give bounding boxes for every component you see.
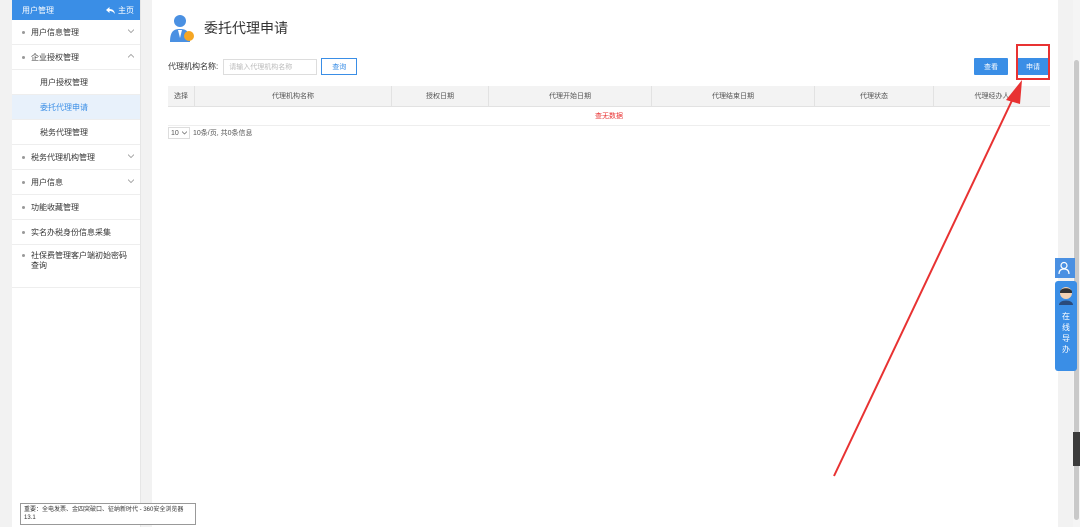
- sidebar-item-tax-agency[interactable]: 税务代理机构管理: [12, 145, 140, 170]
- sidebar-item-enterprise-auth[interactable]: 企业授权管理: [12, 45, 140, 70]
- sidebar-item-label: 税务代理机构管理: [31, 152, 95, 162]
- sidebar-item-favorites[interactable]: 功能收藏管理: [12, 195, 140, 220]
- chevron-up-icon: [128, 53, 134, 58]
- sidebar-header: 用户管理 主页: [12, 0, 140, 20]
- column-header: 代理机构名称: [194, 86, 392, 107]
- sidebar-item-label: 功能收藏管理: [31, 202, 79, 212]
- page-title: 委托代理申请: [204, 20, 288, 36]
- browser-tooltip: 重要：全电发票、金四突破口、征纳新时代 - 360安全浏览器 13.1: [20, 503, 196, 525]
- service-agent-icon: [1059, 287, 1073, 305]
- proxy-table: 选择 代理机构名称 授权日期 代理开始日期 代理结束日期 代理状态 代理经办人 …: [168, 86, 1050, 126]
- bullet-icon: [22, 205, 25, 209]
- online-guide-button[interactable]: 在线导办: [1055, 281, 1077, 371]
- sidebar-item-label: 用户信息管理: [31, 27, 79, 37]
- sidebar-item-label: 用户信息: [31, 177, 63, 187]
- chevron-down-icon: [128, 29, 134, 34]
- home-link[interactable]: 主页: [106, 5, 134, 16]
- online-guide-label: 在线导办: [1062, 312, 1070, 354]
- query-button[interactable]: 查询: [321, 58, 358, 75]
- scrollbar-handle[interactable]: [1073, 432, 1080, 466]
- bullet-icon: [22, 254, 25, 257]
- apply-highlight-box: [1016, 44, 1050, 80]
- table-header-row: 选择 代理机构名称 授权日期 代理开始日期 代理结束日期 代理状态 代理经办人: [168, 86, 1050, 107]
- sidebar-item-label: 用户授权管理: [40, 77, 88, 87]
- float-user-button[interactable]: [1055, 258, 1075, 278]
- sidebar-item-label: 企业授权管理: [31, 52, 79, 62]
- column-header: 授权日期: [391, 86, 489, 107]
- chevron-down-icon: [128, 154, 134, 159]
- chevron-down-icon: [128, 179, 134, 184]
- agency-name-input[interactable]: 请输入代理机构名称: [223, 58, 318, 75]
- empty-message: 查无数据: [168, 106, 1050, 126]
- sidebar-item-user-info[interactable]: 用户信息: [12, 170, 140, 195]
- sidebar-item-proxy-apply[interactable]: 委托代理申请: [12, 95, 140, 120]
- filter-label: 代理机构名称:: [168, 62, 219, 71]
- bullet-icon: [22, 155, 25, 159]
- bullet-icon: [22, 180, 25, 184]
- sidebar-header-title: 用户管理: [22, 5, 54, 15]
- column-header: 代理经办人: [933, 86, 1050, 107]
- home-link-label: 主页: [118, 5, 134, 15]
- bullet-icon: [22, 55, 25, 59]
- sidebar-item-user-info-management[interactable]: 用户信息管理: [12, 20, 140, 45]
- title-row: 委托代理申请: [170, 14, 288, 42]
- user-icon: [170, 15, 194, 42]
- column-header: 代理结束日期: [651, 86, 815, 107]
- column-header: 代理开始日期: [488, 86, 652, 107]
- main-panel: 委托代理申请 代理机构名称: 请输入代理机构名称 查询 查看 申请 选择 代理机…: [152, 0, 1058, 527]
- sidebar-item-social-security-password[interactable]: 社保费管理客户端初始密码查询: [12, 245, 140, 288]
- filter-row: 代理机构名称: 请输入代理机构名称 查询: [168, 58, 358, 75]
- page-size-select[interactable]: 10: [168, 127, 190, 139]
- pagination: 10 10条/页, 共0条信息: [168, 127, 253, 139]
- column-header: 选择: [168, 86, 195, 107]
- sidebar-item-label: 税务代理管理: [40, 127, 88, 137]
- back-arrow-icon: [106, 6, 115, 14]
- sidebar-item-label: 社保费管理客户端初始密码查询: [31, 251, 127, 270]
- bullet-icon: [22, 230, 25, 234]
- chevron-down-icon: [182, 131, 187, 135]
- page-size-value: 10: [171, 129, 179, 137]
- column-header: 代理状态: [814, 86, 934, 107]
- sidebar: 用户管理 主页 用户信息管理 企业授权管理 用户授权管理 委托代理申请 税务代理…: [12, 0, 141, 527]
- bullet-icon: [22, 30, 25, 34]
- sidebar-item-label: 委托代理申请: [40, 102, 88, 112]
- pagination-summary: 10条/页, 共0条信息: [193, 130, 253, 137]
- sidebar-item-realname-collect[interactable]: 实名办税身份信息采集: [12, 220, 140, 245]
- view-button[interactable]: 查看: [974, 58, 1008, 75]
- sidebar-item-tax-agent[interactable]: 税务代理管理: [12, 120, 140, 145]
- sidebar-item-user-auth[interactable]: 用户授权管理: [12, 70, 140, 95]
- table-row: 查无数据: [168, 106, 1050, 126]
- user-outline-icon: [1058, 261, 1070, 275]
- sidebar-item-label: 实名办税身份信息采集: [31, 227, 111, 237]
